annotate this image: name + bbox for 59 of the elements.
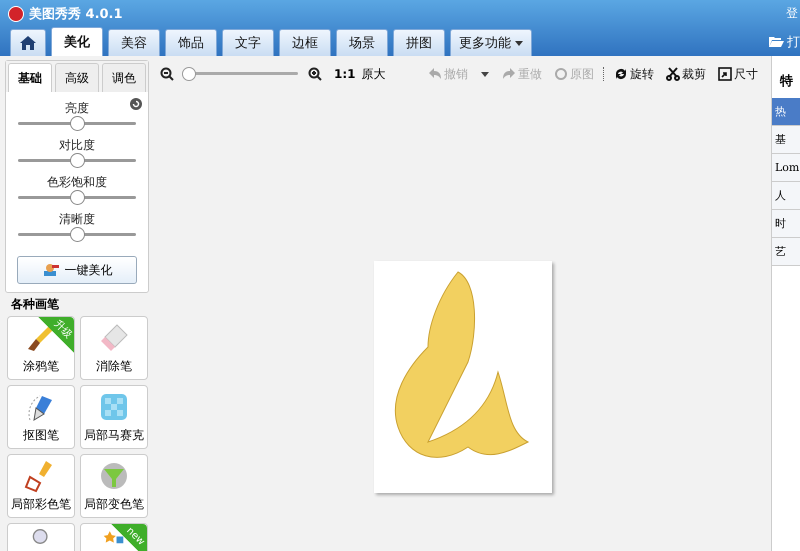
menu-tab[interactable]: 场景 (336, 29, 388, 56)
brush-tool-button[interactable]: 局部变色笔 (80, 454, 148, 518)
effect-category-item[interactable]: 时 (772, 210, 800, 238)
size-icon (718, 67, 732, 81)
slider-thumb[interactable] (70, 153, 85, 168)
menu-tab[interactable]: 饰品 (165, 29, 217, 56)
undo-icon (428, 67, 442, 81)
effects-panel-title: 特 (778, 73, 794, 91)
panel-tab[interactable]: 调色 (102, 63, 146, 92)
slider-thumb[interactable] (70, 227, 85, 242)
zoom-out-icon[interactable] (160, 67, 174, 81)
zoom-slider-thumb[interactable] (182, 67, 196, 81)
slider-thumb[interactable] (70, 116, 85, 131)
size-button[interactable]: 尺寸 (715, 66, 761, 82)
crop-icon (666, 67, 680, 81)
crop-button[interactable]: 裁剪 (663, 66, 709, 82)
effect-category-item[interactable]: 热 (772, 98, 800, 126)
brush-tool-button[interactable]: 抠图笔 (7, 385, 75, 449)
app-logo-icon (8, 6, 24, 22)
brush-tool-button[interactable]: 局部彩色笔 (7, 454, 75, 518)
corner-badge: new (111, 524, 147, 551)
actual-size-label[interactable]: 原大 (362, 66, 386, 82)
menu-tab[interactable]: 文字 (222, 29, 274, 56)
star-icon (102, 529, 126, 544)
actual-size-ratio[interactable]: 1:1 (334, 67, 356, 81)
effect-category-item[interactable]: Lom (772, 154, 800, 182)
menu-tab[interactable]: 美化 (51, 27, 103, 56)
zoom-in-icon[interactable] (308, 67, 322, 81)
menu-tab[interactable]: 美容 (108, 29, 160, 56)
one-click-beautify-button[interactable]: 一键美化 (17, 256, 137, 284)
menu-tab[interactable]: 边框 (279, 29, 331, 56)
panel-tab[interactable]: 高级 (55, 63, 99, 92)
slider-thumb[interactable] (70, 190, 85, 205)
brush-tool-button[interactable]: 消除笔 (80, 316, 148, 380)
redo-icon (502, 67, 516, 81)
section-title: 各种画笔 (11, 296, 60, 313)
brush-tool-button[interactable]: 涂鸦笔 升级 (7, 316, 75, 380)
slider-label: 对比度 (59, 137, 95, 153)
effect-category-item[interactable]: 艺 (772, 238, 800, 266)
panel-tab[interactable]: 基础 (8, 63, 52, 92)
corner-badge: 升级 (38, 317, 74, 353)
original-icon (554, 67, 568, 81)
slider-label: 色彩饱和度 (47, 174, 107, 190)
rotate-icon (614, 67, 628, 81)
zoom-slider[interactable] (182, 67, 300, 81)
menu-tab[interactable]: 更多功能 (450, 29, 532, 56)
effect-category-item[interactable]: 人 (772, 182, 800, 210)
reset-icon[interactable] (130, 98, 142, 110)
home-tab[interactable] (10, 29, 46, 56)
home-icon (20, 36, 36, 50)
window-title: 美图秀秀 4.0.1 (29, 6, 123, 22)
open-button[interactable]: 打 (768, 32, 800, 50)
slider-label: 亮度 (65, 100, 89, 116)
rotate-button[interactable]: 旋转 (611, 66, 657, 82)
effect-category-item[interactable]: 基 (772, 126, 800, 154)
slider-label: 清晰度 (59, 211, 95, 227)
brush-tool-button[interactable]: 局部马赛克 (80, 385, 148, 449)
menu-tab[interactable]: 拼图 (393, 29, 445, 56)
folder-icon (768, 35, 784, 48)
